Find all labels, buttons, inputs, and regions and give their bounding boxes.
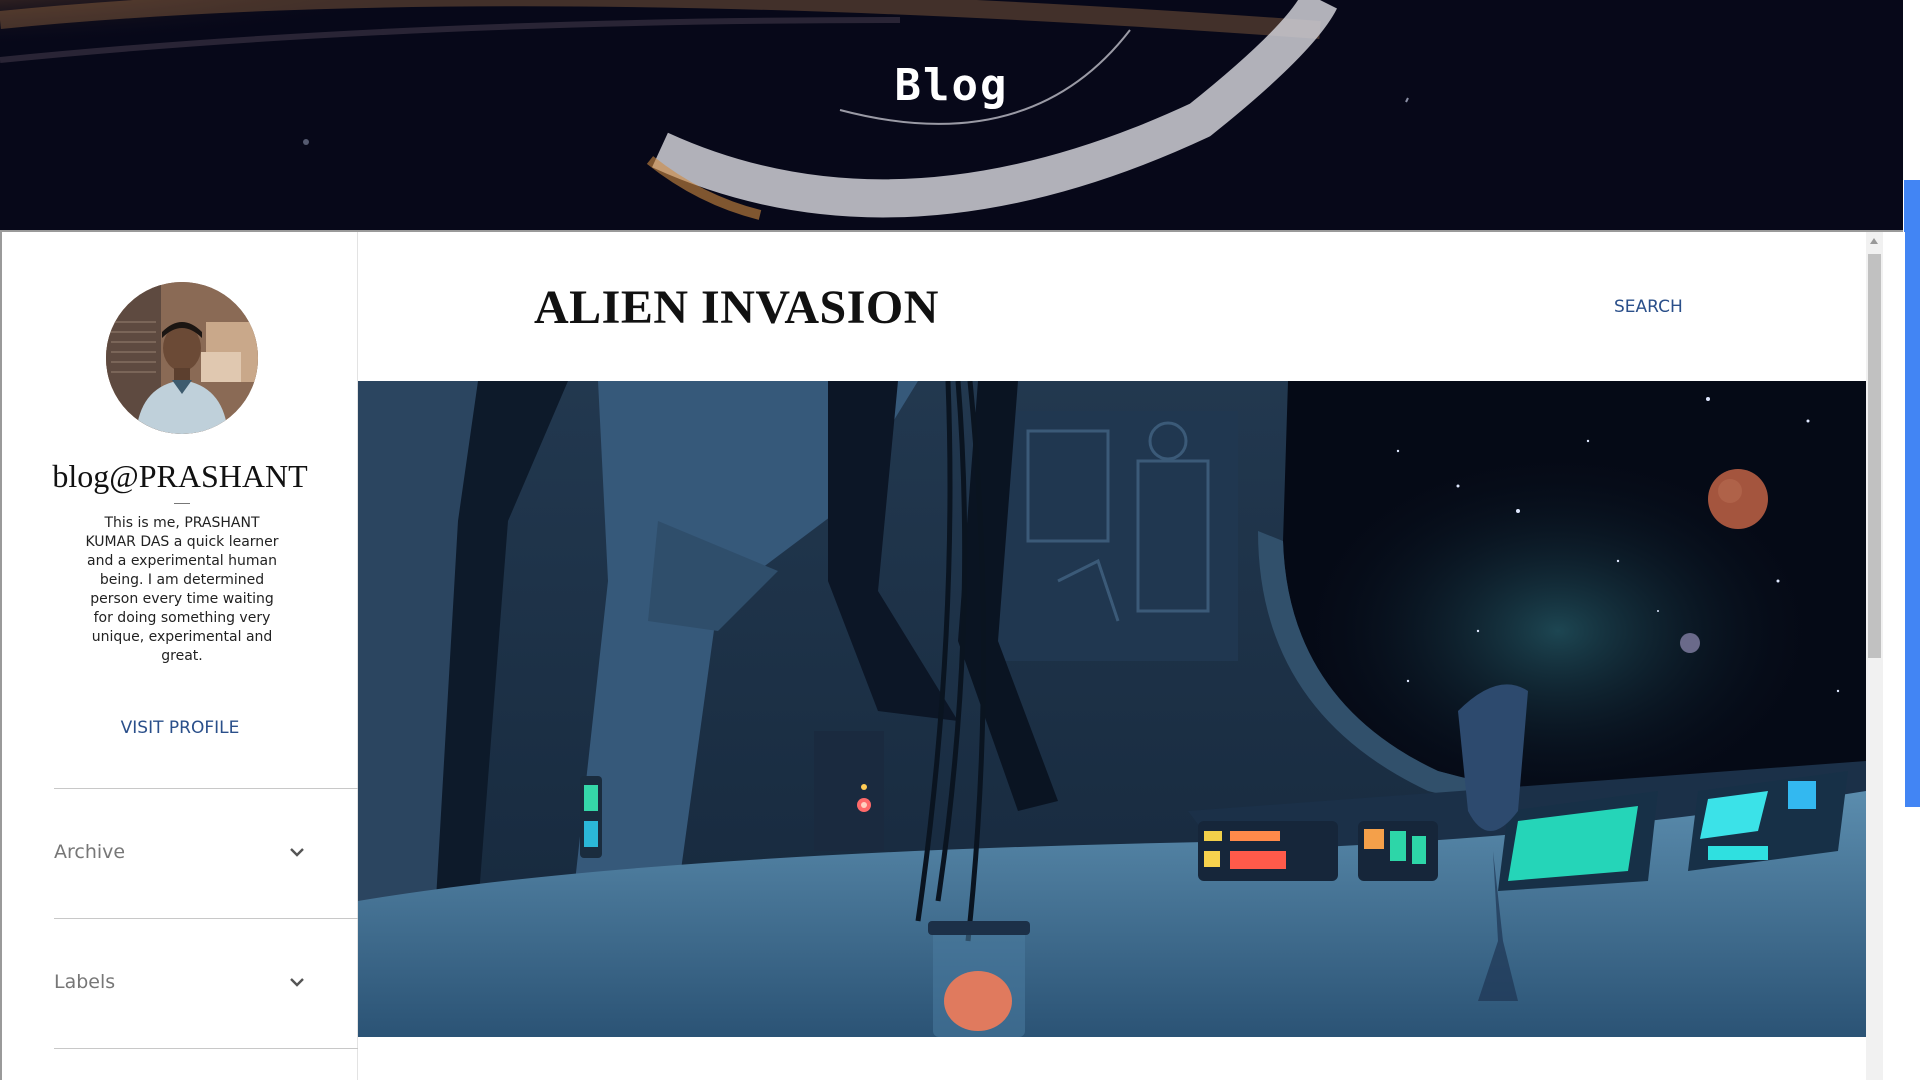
divider bbox=[54, 918, 358, 919]
blog-name: blog@PRASHANT bbox=[52, 458, 308, 494]
visit-profile-link[interactable]: VISIT PROFILE bbox=[2, 718, 358, 738]
avatar[interactable] bbox=[106, 282, 258, 434]
sidebar: blog@PRASHANT This is me, PRASHANT KUMAR… bbox=[2, 232, 358, 1080]
main-content: ALIEN INVASION SEARCH bbox=[358, 232, 1866, 1080]
post-featured-image[interactable] bbox=[358, 381, 1866, 1037]
blog-title[interactable]: Blog bbox=[0, 60, 1903, 111]
profile-photo bbox=[106, 282, 258, 434]
search-link[interactable]: SEARCH bbox=[1614, 297, 1683, 317]
divider bbox=[174, 503, 190, 504]
divider bbox=[54, 1048, 358, 1049]
labels-toggle[interactable]: Labels bbox=[54, 962, 308, 1002]
content-scrollbar[interactable] bbox=[1866, 232, 1883, 1080]
blog-frame: blog@PRASHANT This is me, PRASHANT KUMAR… bbox=[0, 230, 1905, 1080]
about-text: This is me, PRASHANT KUMAR DAS a quick l… bbox=[85, 515, 279, 664]
frame-edge bbox=[1883, 232, 1905, 1080]
scroll-up-arrow-icon[interactable] bbox=[1870, 238, 1878, 244]
archive-toggle[interactable]: Archive bbox=[54, 832, 308, 872]
labels-label: Labels bbox=[54, 971, 116, 993]
spaceship-interior-illustration bbox=[358, 381, 1866, 1037]
archive-label: Archive bbox=[54, 841, 126, 863]
divider bbox=[54, 788, 358, 789]
content-scrollbar-thumb[interactable] bbox=[1868, 254, 1881, 658]
page-scrollbar[interactable] bbox=[1903, 0, 1920, 1080]
chevron-down-icon bbox=[290, 978, 304, 987]
header-banner: Blog bbox=[0, 0, 1903, 232]
post-title[interactable]: ALIEN INVASION bbox=[534, 280, 939, 335]
page-scrollbar-thumb[interactable] bbox=[1904, 180, 1920, 807]
chevron-down-icon bbox=[290, 848, 304, 857]
banner-space-artwork bbox=[0, 0, 1903, 232]
